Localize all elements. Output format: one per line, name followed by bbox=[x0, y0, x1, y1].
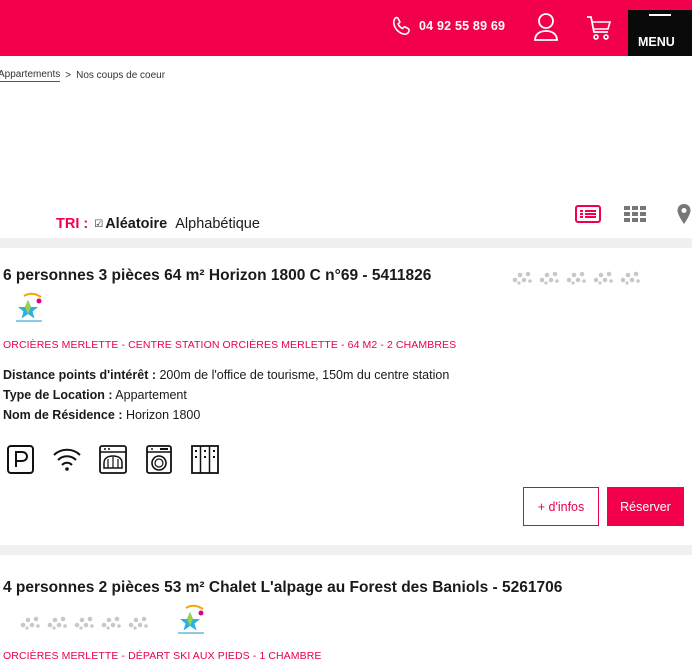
wifi-icon bbox=[53, 448, 81, 471]
phone-link[interactable]: 04 92 55 89 69 bbox=[390, 14, 505, 38]
sort-label: TRI : bbox=[56, 216, 89, 232]
parking-icon bbox=[7, 445, 34, 474]
breadcrumb-separator: > bbox=[65, 70, 72, 81]
detail-residence: Nom de Résidence : Horizon 1800 bbox=[3, 408, 200, 422]
sort-random-option[interactable]: Aléatoire bbox=[105, 216, 167, 232]
snowflake-icon bbox=[566, 271, 586, 285]
detail-distance: Distance points d'intérêt : 200m de l'of… bbox=[3, 368, 449, 382]
phone-number: 04 92 55 89 69 bbox=[419, 19, 506, 33]
listing-title[interactable]: 6 personnes 3 pièces 64 m² Horizon 1800 … bbox=[3, 267, 431, 285]
listing-location: ORCIÈRES MERLETTE - CENTRE STATION ORCIÈ… bbox=[3, 339, 457, 351]
listing-location: ORCIÈRES MERLETTE - DÉPART SKI AUX PIEDS… bbox=[3, 650, 322, 662]
sort-bar: TRI : ☑ Aléatoire Alphabétique bbox=[56, 216, 260, 232]
rating-snowflakes bbox=[18, 613, 150, 631]
cart-icon[interactable] bbox=[586, 14, 612, 42]
washing-machine-icon bbox=[146, 445, 172, 474]
dishwasher-icon bbox=[99, 445, 127, 474]
detail-type: Type de Location : Appartement bbox=[3, 388, 187, 402]
breadcrumb-link-appartements[interactable]: Appartements bbox=[0, 69, 61, 82]
famille-plus-logo-icon bbox=[178, 604, 204, 634]
breadcrumb: Appartements > Nos coups de coeur bbox=[0, 69, 165, 82]
listing-title[interactable]: 4 personnes 2 pièces 53 m² Chalet L'alpa… bbox=[3, 579, 562, 597]
detail-label: Distance points d'intérêt : bbox=[3, 368, 156, 382]
detail-label: Type de Location : bbox=[3, 388, 113, 402]
rating-snowflakes bbox=[510, 268, 642, 286]
snowflake-icon bbox=[539, 271, 559, 285]
snowflake-icon bbox=[512, 271, 532, 285]
breadcrumb-current: Nos coups de coeur bbox=[76, 70, 166, 81]
more-info-button[interactable]: + d'infos bbox=[523, 487, 599, 526]
listing-divider bbox=[0, 545, 692, 555]
snowflake-icon bbox=[593, 271, 613, 285]
detail-label: Nom de Résidence : bbox=[3, 408, 123, 422]
user-account-icon[interactable] bbox=[533, 12, 559, 42]
menu-button[interactable]: MENU bbox=[628, 10, 692, 56]
menu-label: MENU bbox=[638, 35, 675, 49]
top-header: 04 92 55 89 69 MENU bbox=[0, 0, 692, 56]
book-button[interactable]: Réserver bbox=[607, 487, 684, 526]
snowflake-icon bbox=[47, 616, 67, 630]
hamburger-icon bbox=[649, 14, 671, 16]
phone-icon bbox=[392, 16, 410, 36]
snowflake-icon bbox=[20, 616, 40, 630]
ski-locker-icon bbox=[191, 445, 219, 474]
listing-divider bbox=[0, 238, 692, 248]
detail-value: Horizon 1800 bbox=[122, 408, 201, 422]
famille-plus-logo-icon bbox=[16, 292, 42, 322]
snowflake-icon bbox=[74, 616, 94, 630]
map-pin-icon[interactable] bbox=[676, 203, 692, 225]
detail-value: Appartement bbox=[112, 388, 187, 402]
checkbox-icon: ☑ bbox=[94, 218, 104, 230]
snowflake-icon bbox=[128, 616, 148, 630]
snowflake-icon bbox=[101, 616, 121, 630]
snowflake-icon bbox=[620, 271, 640, 285]
list-view-icon[interactable] bbox=[575, 205, 601, 223]
grid-view-icon[interactable] bbox=[623, 205, 647, 223]
sort-alphabetical-option[interactable]: Alphabétique bbox=[175, 216, 260, 232]
detail-value: 200m de l'office de tourisme, 150m du ce… bbox=[156, 368, 450, 382]
